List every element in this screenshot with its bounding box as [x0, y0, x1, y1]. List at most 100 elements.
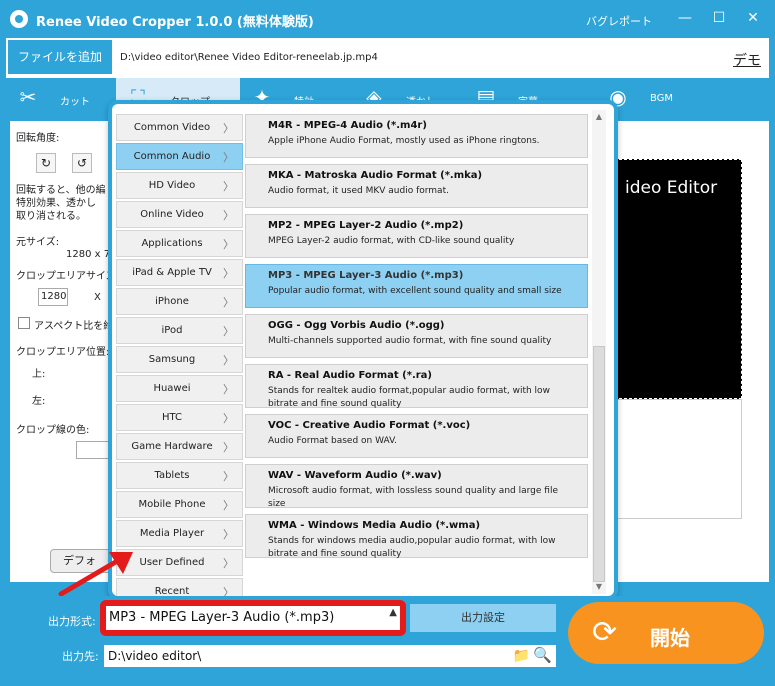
window-title: Renee Video Cropper 1.0.0 (無料体験版) — [36, 15, 314, 30]
category-label: Online Video — [140, 209, 204, 220]
format-item-voc[interactable]: VOC - Creative Audio Format (*.voc) Audi… — [245, 414, 588, 458]
chevron-right-icon: 〉 — [223, 151, 234, 164]
format-name: MP2 - MPEG Layer-2 Audio (*.mp2) — [268, 220, 464, 231]
category-tablets[interactable]: Tablets 〉 — [116, 462, 243, 489]
start-button[interactable]: ⟳ 開始 — [568, 602, 764, 664]
format-name: MKA - Matroska Audio Format (*.mka) — [268, 170, 483, 181]
category-applications[interactable]: Applications 〉 — [116, 230, 243, 257]
format-item-m4r[interactable]: M4R - MPEG-4 Audio (*.m4r) Apple iPhone … — [245, 114, 588, 158]
tab-cut[interactable]: ✂ カット — [6, 78, 116, 118]
chevron-right-icon: 〉 — [223, 354, 234, 367]
destination-value: D:\video editor\ — [108, 649, 202, 663]
chevron-right-icon: 〉 — [223, 557, 234, 570]
category-samsung[interactable]: Samsung 〉 — [116, 346, 243, 373]
aspect-ratio-checkbox[interactable] — [18, 317, 30, 329]
rotate-left-button[interactable]: ↺ — [72, 153, 92, 173]
format-item-ra[interactable]: RA - Real Audio Format (*.ra) Stands for… — [245, 364, 588, 409]
line-color-picker[interactable] — [76, 441, 112, 459]
crop-width-input[interactable]: 1280 — [38, 288, 68, 306]
format-description: Apple iPhone Audio Format, mostly used a… — [268, 136, 540, 146]
format-scrollbar[interactable]: ▲ ▼ — [592, 110, 606, 594]
category-label: iPad & Apple TV — [132, 267, 212, 278]
format-description: Audio format, it used MKV audio format. — [268, 186, 449, 196]
chevron-right-icon: 〉 — [223, 267, 234, 280]
output-format-value[interactable]: MP3 - MPEG Layer-3 Audio (*.mp3) — [106, 606, 400, 630]
search-icon[interactable]: 🔍 — [533, 644, 552, 666]
category-online-video[interactable]: Online Video 〉 — [116, 201, 243, 228]
rotation-label: 回転角度: — [16, 133, 60, 144]
format-item-mp2[interactable]: MP2 - MPEG Layer-2 Audio (*.mp2) MPEG La… — [245, 214, 588, 258]
format-item-mp3[interactable]: MP3 - MPEG Layer-3 Audio (*.mp3) Popular… — [245, 264, 588, 308]
rotation-note-line3: 取り消される。 — [16, 211, 86, 222]
close-button[interactable]: ✕ — [744, 9, 762, 27]
chevron-right-icon: 〉 — [223, 470, 234, 483]
chevron-right-icon: 〉 — [223, 412, 234, 425]
category-common-audio[interactable]: Common Audio 〉 — [116, 143, 243, 170]
category-mobile-phone[interactable]: Mobile Phone 〉 — [116, 491, 243, 518]
scroll-thumb[interactable] — [593, 346, 605, 582]
format-name: VOC - Creative Audio Format (*.voc) — [268, 420, 471, 431]
category-list: Common Video 〉 Common Audio 〉 HD Video 〉 On… — [116, 108, 244, 596]
title-bar: Renee Video Cropper 1.0.0 (無料体験版) バグレポート… — [0, 0, 775, 38]
add-file-button[interactable]: ファイルを追加 — [8, 40, 112, 74]
top-label: 上: — [32, 369, 46, 380]
tab-label: BGM — [650, 93, 674, 104]
original-size-label: 元サイズ: — [16, 237, 60, 248]
chevron-right-icon: 〉 — [223, 383, 234, 396]
format-name: M4R - MPEG-4 Audio (*.m4r) — [268, 120, 427, 131]
format-item-wma[interactable]: WMA - Windows Media Audio (*.wma) Stands… — [245, 514, 588, 559]
format-item-mka[interactable]: MKA - Matroska Audio Format (*.mka) Audi… — [245, 164, 588, 208]
category-hd-video[interactable]: HD Video 〉 — [116, 172, 243, 199]
chevron-right-icon: 〉 — [223, 122, 234, 135]
category-ipod[interactable]: iPod 〉 — [116, 317, 243, 344]
chevron-right-icon: 〉 — [223, 325, 234, 338]
scissors-icon: ✂ — [19, 85, 37, 109]
crop-position-label: クロップエリア位置: — [16, 347, 110, 358]
chevron-right-icon: 〉 — [223, 441, 234, 454]
output-format-select[interactable]: MP3 - MPEG Layer-3 Audio (*.mp3) ▲ — [100, 600, 406, 636]
crop-size-separator: X — [94, 292, 101, 303]
category-label: Common Audio — [133, 151, 211, 162]
format-item-wav[interactable]: WAV - Waveform Audio (*.wav) Microsoft a… — [245, 464, 588, 509]
maximize-button[interactable]: ☐ — [710, 9, 728, 27]
format-item-ogg[interactable]: OGG - Ogg Vorbis Audio (*.ogg) Multi-cha… — [245, 314, 588, 358]
category-label: Game Hardware — [131, 441, 213, 452]
category-label: Samsung — [148, 354, 196, 365]
category-ipad-apple-tv[interactable]: iPad & Apple TV 〉 — [116, 259, 243, 286]
app-window: Renee Video Cropper 1.0.0 (無料体験版) バグレポート… — [0, 0, 775, 686]
preview-frame: ideo Editor — [614, 159, 742, 399]
rotate-right-button[interactable]: ↻ — [36, 153, 56, 173]
destination-input[interactable]: D:\video editor\ 📁 🔍 — [104, 645, 556, 667]
output-settings-button[interactable]: 出力設定 — [410, 604, 556, 632]
scroll-up-icon[interactable]: ▲ — [592, 110, 606, 124]
category-iphone[interactable]: iPhone 〉 — [116, 288, 243, 315]
file-toolbar: ファイルを追加 D:\video editor\Renee Video Edit… — [6, 38, 769, 78]
format-name: MP3 - MPEG Layer-3 Audio (*.mp3) — [268, 270, 464, 281]
category-huawei[interactable]: Huawei 〉 — [116, 375, 243, 402]
file-path: D:\video editor\Renee Video Editor-renee… — [120, 52, 378, 63]
format-description: Audio Format based on WAV. — [268, 436, 397, 446]
annotation-arrow-icon — [58, 552, 133, 597]
category-media-player[interactable]: Media Player 〉 — [116, 520, 243, 547]
scroll-down-icon[interactable]: ▼ — [592, 580, 606, 594]
category-label: HTC — [161, 412, 183, 423]
minimize-button[interactable]: — — [676, 9, 694, 27]
chevron-right-icon: 〉 — [223, 209, 234, 222]
chevron-right-icon: 〉 — [223, 238, 234, 251]
dropdown-arrow-icon[interactable]: ▲ — [389, 607, 397, 618]
demo-link[interactable]: デモ — [733, 50, 761, 70]
bug-report-link[interactable]: バグレポート — [586, 13, 652, 29]
category-htc[interactable]: HTC 〉 — [116, 404, 243, 431]
category-common-video[interactable]: Common Video 〉 — [116, 114, 243, 141]
format-name: WMA - Windows Media Audio (*.wma) — [268, 520, 481, 531]
folder-icon[interactable]: 📁 — [513, 645, 530, 667]
format-description: MPEG Layer-2 audio format, with CD-like … — [268, 236, 515, 246]
aspect-ratio-label: アスペクト比を維 — [34, 321, 114, 332]
category-game-hardware[interactable]: Game Hardware 〉 — [116, 433, 243, 460]
format-popup: Common Video 〉 Common Audio 〉 HD Video 〉 On… — [108, 100, 618, 600]
output-format-label: 出力形式: — [48, 615, 96, 628]
format-description: Stands for windows media audio,popular a… — [268, 536, 556, 559]
start-label: 開始 — [650, 626, 690, 650]
format-description: Microsoft audio format, with lossless so… — [268, 486, 558, 509]
format-name: RA - Real Audio Format (*.ra) — [268, 370, 432, 381]
